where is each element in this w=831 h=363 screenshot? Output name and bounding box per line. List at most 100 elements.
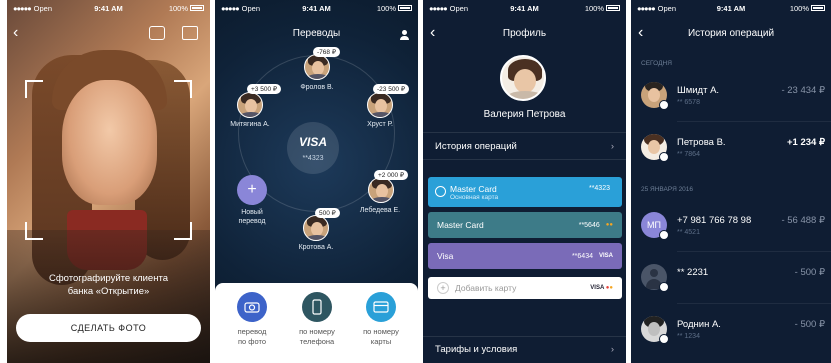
camera-screen: ●●●●● Open 9:41 AM 100% ‹ Сфотографируйт…	[7, 0, 210, 363]
caption-line: банка «Открытие»	[67, 286, 150, 297]
contact-name: Митягина А.	[230, 121, 270, 128]
transfer-by-phone-button[interactable]: по номеру телефона	[285, 292, 349, 347]
clock: 9:41 AM	[302, 3, 331, 13]
contact-avatar-frolov[interactable]	[304, 54, 330, 80]
battery-icon	[606, 5, 620, 11]
operation-amount: - 23 434 ₽	[781, 85, 825, 96]
card-number: **6434	[571, 252, 593, 260]
battery-icon	[398, 5, 412, 11]
take-photo-button[interactable]: СДЕЛАТЬ ФОТО	[16, 314, 201, 342]
list-item[interactable]: МП +7 981 766 78 98 ** 4521 - 56 488 ₽	[631, 208, 831, 248]
operation-card: ** 7864	[677, 151, 700, 158]
add-card-button[interactable]: + Добавить карту VISA ●●	[428, 277, 622, 299]
visa-logo-text: VISA	[590, 285, 605, 291]
operation-amount: - 56 488 ₽	[781, 215, 825, 226]
contact-amount: +3 500 ₽	[247, 84, 282, 94]
operation-amount: - 500 ₽	[794, 267, 825, 278]
card-number: **4323	[302, 155, 324, 162]
card-name: Master Card	[450, 183, 497, 194]
operation-name: Петрова В.	[677, 137, 726, 148]
transfers-screen: ●●●●● Open 9:41 AM 100% Переводы VISA **…	[215, 0, 418, 363]
action-label: перевод по фото	[220, 327, 284, 347]
page-title: История операций	[687, 28, 775, 39]
list-item[interactable]: Шмидт А. ** 6578 - 23 434 ₽	[631, 78, 831, 118]
operation-card: ** 1234	[677, 333, 700, 340]
page-title: Переводы	[292, 28, 341, 39]
clock: 9:41 AM	[94, 3, 123, 13]
action-label-line: по номеру	[299, 327, 335, 336]
operation-badge-icon	[659, 282, 669, 292]
back-icon[interactable]: ‹	[13, 24, 18, 42]
card-name: Visa	[437, 251, 454, 261]
section-header: СЕГОДНЯ	[641, 60, 672, 67]
contact-name: Фролов В.	[300, 84, 334, 91]
status-bar: ●●●●● Open 9:41 AM 100%	[423, 0, 626, 16]
operation-name: ** 2231	[677, 267, 709, 278]
contact-amount: 500 ₽	[315, 208, 340, 218]
divider	[677, 251, 831, 252]
operation-name: Роднин А.	[677, 319, 721, 330]
card-name: Master Card	[437, 220, 484, 230]
action-label-line: карты	[370, 337, 392, 346]
chevron-right-icon: ›	[610, 344, 614, 355]
operation-card: ** 6578	[677, 99, 700, 106]
new-transfer-label-line: перевод	[238, 218, 266, 225]
switch-camera-icon[interactable]	[149, 26, 165, 40]
list-item[interactable]: Петрова В. ** 7864 +1 234 ₽	[631, 130, 831, 170]
frame-corner	[25, 80, 43, 98]
new-transfer-button[interactable]: +	[237, 175, 267, 205]
tariffs-link[interactable]: Тарифы и условия ›	[423, 336, 626, 362]
card-subtitle: Основная карта	[450, 193, 499, 201]
operation-badge-icon	[659, 100, 669, 110]
operation-badge-icon	[659, 152, 669, 162]
action-label-line: по номеру	[363, 327, 399, 336]
action-label-line: по фото	[237, 337, 266, 346]
contact-amount: -768 ₽	[313, 47, 340, 57]
face-frame	[25, 80, 192, 240]
divider	[677, 121, 831, 122]
user-icon[interactable]	[400, 30, 409, 40]
frame-corner	[174, 80, 192, 98]
add-card-label: Добавить карту	[455, 283, 517, 293]
operation-card: ** 4521	[677, 229, 700, 236]
status-bar: ●●●●● Open 9:41 AM 100%	[7, 0, 210, 16]
card-icon	[366, 292, 396, 322]
clock: 9:41 AM	[510, 3, 539, 13]
history-link[interactable]: История операций ›	[423, 132, 626, 160]
contact-avatar-khrust[interactable]	[367, 92, 393, 118]
operation-badge-icon	[659, 230, 669, 240]
profile-name: Валерия Петрова	[483, 109, 566, 120]
caption-line: Сфотографируйте клиента	[48, 273, 168, 284]
contact-avatar-krotova[interactable]	[303, 215, 329, 241]
card-brand: VISA	[298, 135, 327, 149]
card-number: **5646	[578, 221, 600, 229]
contact-amount: +2 000 ₽	[374, 170, 409, 180]
contact-name: Кротова А.	[298, 244, 334, 251]
battery-icon	[190, 5, 204, 11]
avatar[interactable]	[500, 55, 546, 101]
check-icon	[435, 186, 446, 197]
transfer-by-photo-button[interactable]: перевод по фото	[220, 292, 284, 347]
contact-avatar-lebedeva[interactable]	[368, 177, 394, 203]
card-item-mastercard-main[interactable]: Master Card Основная карта **4323	[428, 177, 622, 207]
plus-icon: +	[437, 282, 449, 294]
card-item-mastercard[interactable]: Master Card **5646 ●●	[428, 212, 622, 238]
action-label: по номеру карты	[349, 327, 413, 347]
page-title: Профиль	[502, 28, 547, 39]
history-label: История операций	[435, 140, 517, 152]
profile-screen: ●●●●● Open 9:41 AM 100% ‹ Профиль Валери…	[423, 0, 626, 363]
list-item[interactable]: Роднин А. ** 1234 - 500 ₽	[631, 312, 831, 352]
new-transfer-label: Новый перевод	[229, 208, 275, 226]
clock: 9:41 AM	[716, 3, 746, 13]
action-label-line: телефона	[299, 337, 335, 346]
frame-corner	[25, 222, 43, 240]
transfer-by-card-button[interactable]: по номеру карты	[349, 292, 413, 347]
card-item-visa[interactable]: Visa **6434 VISA	[428, 243, 622, 269]
list-item[interactable]: ** 2231 - 500 ₽	[631, 260, 831, 300]
operation-amount: +1 234 ₽	[786, 137, 825, 148]
new-transfer-label-line: Новый	[241, 209, 263, 216]
operation-name: Шмидт А.	[677, 85, 720, 96]
gallery-icon[interactable]	[182, 26, 198, 40]
frame-corner	[174, 222, 192, 240]
contact-avatar-mityagina[interactable]	[237, 92, 263, 118]
